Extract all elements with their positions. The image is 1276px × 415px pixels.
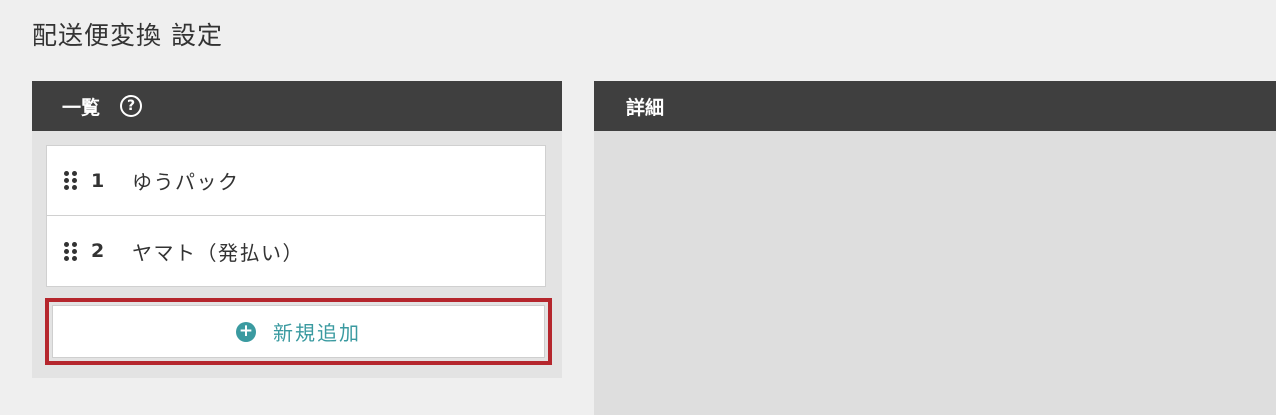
page-title: 配送便変換 設定 (32, 21, 223, 50)
detail-panel-header: 詳細 (594, 81, 1276, 131)
item-number: 2 (91, 240, 105, 262)
list-panel-title: 一覧 (62, 96, 101, 119)
list-item[interactable]: 1 ゆうパック (47, 146, 545, 216)
drag-handle-icon[interactable] (64, 171, 77, 191)
list-panel: 一覧 ? 1 ゆうパック 2 ヤマト（発払い） + 新規追加 (32, 81, 562, 378)
help-icon[interactable]: ? (120, 95, 143, 117)
item-number: 1 (91, 169, 105, 192)
detail-panel-title: 詳細 (626, 96, 665, 119)
detail-panel: 詳細 (594, 81, 1276, 415)
drag-handle-icon[interactable] (64, 241, 77, 261)
shipping-method-list: 1 ゆうパック 2 ヤマト（発払い） (46, 145, 546, 287)
add-new-button[interactable]: + 新規追加 (52, 305, 545, 358)
list-panel-header: 一覧 ? (32, 81, 562, 131)
list-item[interactable]: 2 ヤマト（発払い） (47, 216, 545, 286)
add-button-highlight: + 新規追加 (45, 298, 552, 365)
item-name: ゆうパック (132, 170, 240, 194)
plus-circle-icon: + (236, 321, 256, 342)
item-name: ヤマト（発払い） (132, 240, 304, 265)
add-new-label: 新規追加 (273, 321, 361, 345)
